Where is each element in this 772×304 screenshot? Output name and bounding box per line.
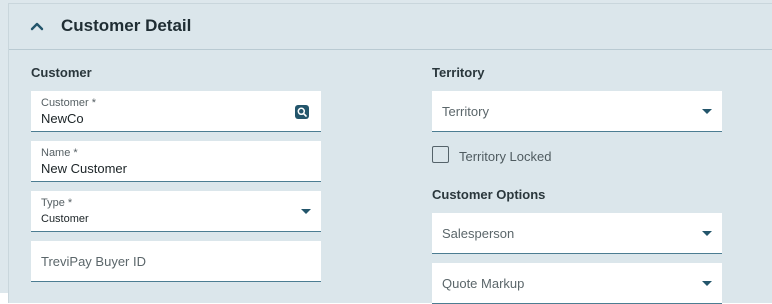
territory-locked-checkbox[interactable]: [432, 146, 449, 163]
trevipay-buyer-id-field[interactable]: TreviPay Buyer ID: [31, 241, 321, 282]
customer-section-label: Customer: [31, 65, 92, 80]
search-icon[interactable]: [295, 105, 309, 119]
caret-down-icon[interactable]: [702, 281, 712, 286]
territory-select-placeholder: Territory: [442, 104, 489, 119]
quote-markup-select-placeholder: Quote Markup: [442, 276, 525, 291]
type-select-label: Type *: [41, 197, 73, 209]
customer-field-label: Customer *: [41, 97, 97, 109]
type-select[interactable]: Type * Customer: [31, 191, 321, 232]
type-select-value[interactable]: Customer: [41, 213, 89, 225]
caret-down-icon[interactable]: [301, 209, 311, 214]
page-background: Customer Detail Customer Customer * NewC…: [0, 0, 772, 304]
panel-title: Customer Detail: [61, 16, 192, 35]
quote-markup-select[interactable]: Quote Markup: [432, 263, 722, 304]
customer-field-value[interactable]: NewCo: [41, 111, 84, 126]
customer-field[interactable]: Customer * NewCo: [31, 91, 321, 132]
chevron-up-icon[interactable]: [29, 18, 45, 34]
customer-options-section-label: Customer Options: [432, 187, 546, 202]
caret-down-icon[interactable]: [702, 109, 712, 114]
trevipay-buyer-id-placeholder: TreviPay Buyer ID: [41, 254, 146, 269]
panel-header[interactable]: Customer Detail: [9, 4, 772, 50]
name-field-label: Name *: [41, 147, 78, 159]
name-field-value[interactable]: New Customer: [41, 161, 127, 176]
territory-section-label: Territory: [432, 65, 485, 80]
territory-locked-label[interactable]: Territory Locked: [459, 149, 551, 164]
salesperson-select[interactable]: Salesperson: [432, 213, 722, 254]
customer-detail-panel: Customer Detail Customer Customer * NewC…: [8, 3, 772, 304]
territory-select[interactable]: Territory: [432, 91, 722, 132]
salesperson-select-placeholder: Salesperson: [442, 226, 515, 241]
name-field[interactable]: Name * New Customer: [31, 141, 321, 182]
caret-down-icon[interactable]: [702, 231, 712, 236]
